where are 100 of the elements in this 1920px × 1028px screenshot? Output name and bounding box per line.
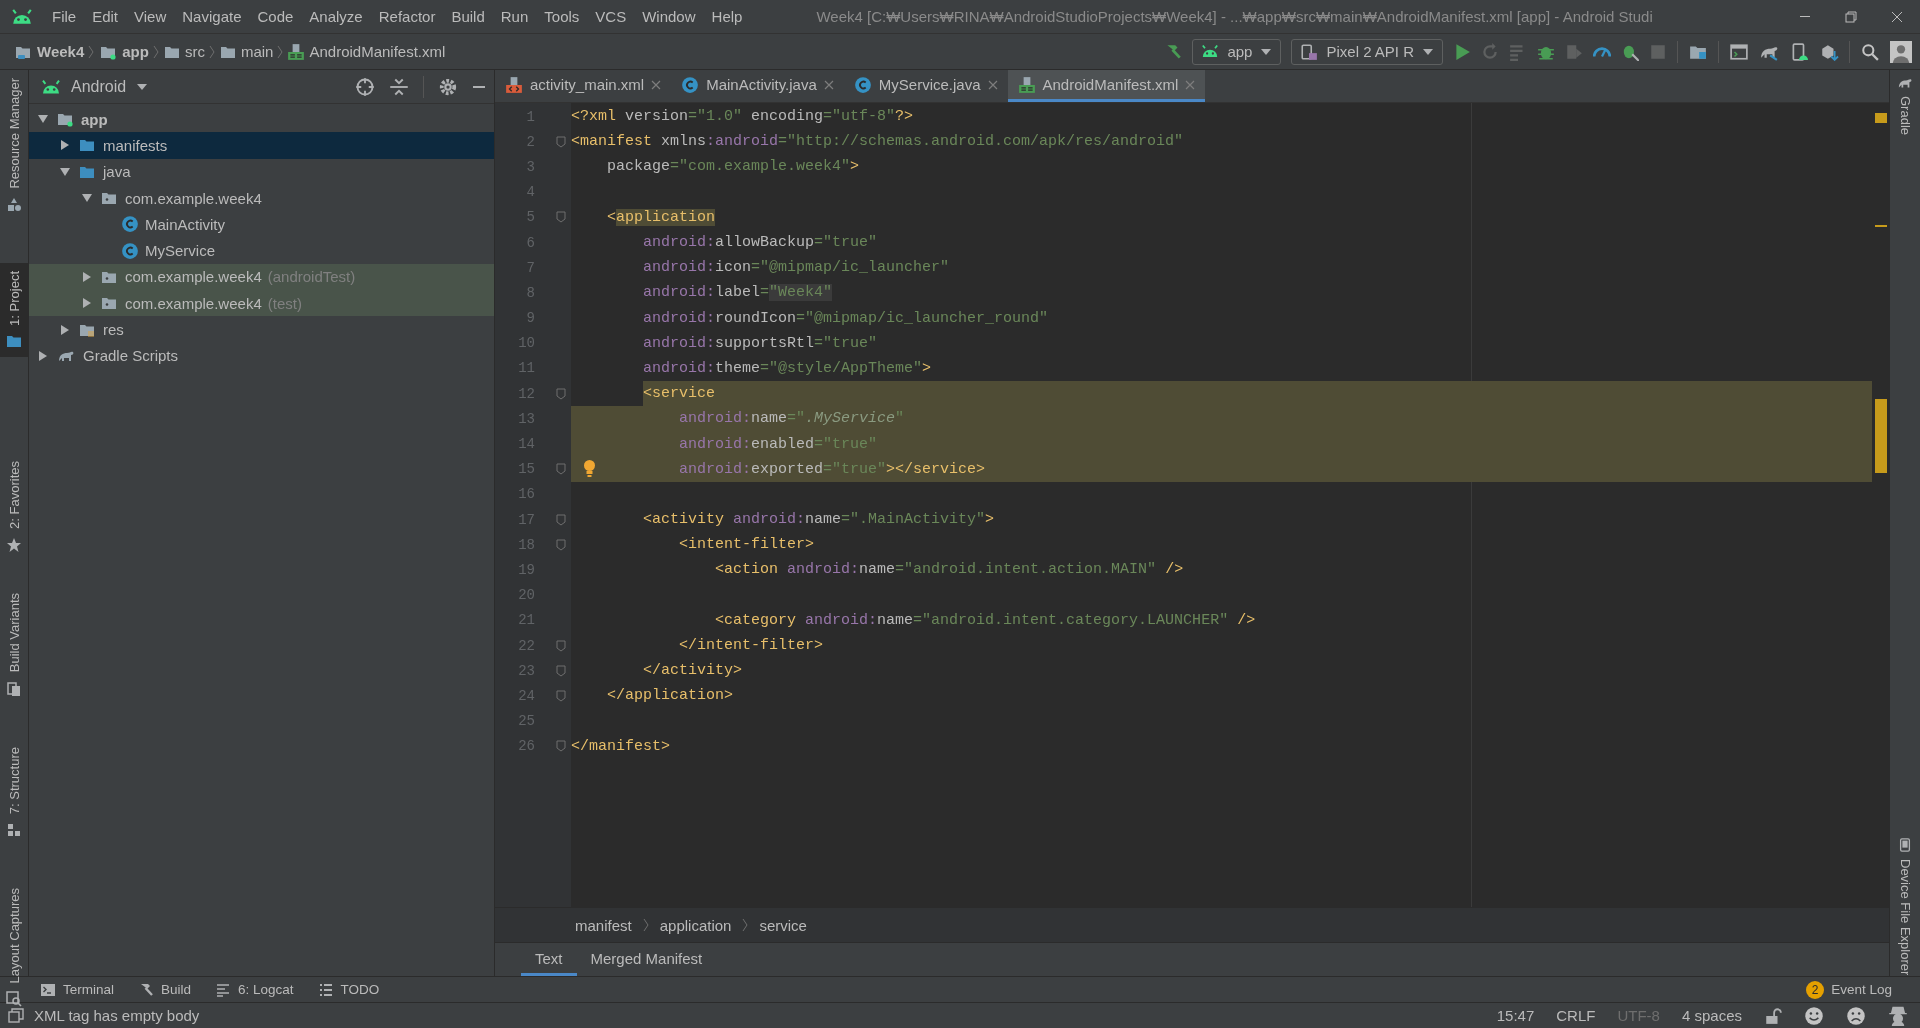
tool-window-button[interactable]: Terminal xyxy=(40,981,114,998)
status-item[interactable]: 15:47 xyxy=(1496,1007,1535,1024)
fold-marker-icon xyxy=(555,664,567,677)
nav-crumb[interactable]: main xyxy=(215,43,277,60)
capture-icon xyxy=(6,991,22,1008)
tree-item[interactable]: manifests xyxy=(29,132,494,159)
status-item[interactable]: 4 spaces xyxy=(1681,1007,1742,1024)
nav-crumb[interactable]: AndroidManifest.xml xyxy=(284,42,449,61)
device-icon xyxy=(1300,42,1319,61)
tree-item[interactable]: MainActivity xyxy=(29,211,494,238)
close-icon xyxy=(987,79,998,90)
tool-window-button[interactable]: Layout Captures xyxy=(0,879,28,1016)
android-icon xyxy=(41,78,61,95)
menu-item[interactable]: Build xyxy=(443,4,493,29)
breadcrumb-item[interactable]: service xyxy=(759,916,807,934)
device-dropdown[interactable]: Pixel 2 API R xyxy=(1291,38,1443,65)
tool-window-button[interactable]: 7: Structure xyxy=(0,738,28,846)
editor-view-tab[interactable]: Text xyxy=(521,943,577,976)
expand-arrow-icon[interactable] xyxy=(59,165,71,178)
tree-item[interactable]: app xyxy=(29,106,494,133)
class-icon xyxy=(121,241,139,260)
run-config-dropdown[interactable]: app xyxy=(1192,38,1282,65)
expand-arrow-icon[interactable] xyxy=(59,139,71,152)
menu-item[interactable]: VCS xyxy=(587,4,635,29)
close-icon xyxy=(651,79,662,90)
window-title: Week4 [C:₩Users₩RINA₩AndroidStudioProjects₩Week4] - ...₩app₩src₩main₩AndroidManifest.xml [app] - Android Studi xyxy=(816,8,1654,25)
variants-icon xyxy=(6,680,22,697)
tool-window-button[interactable]: 6: Logcat xyxy=(215,981,294,998)
menu-item[interactable]: Tools xyxy=(536,4,588,29)
menu-item[interactable]: Run xyxy=(492,4,537,29)
caret-icon xyxy=(1422,47,1434,56)
expand-arrow-icon[interactable] xyxy=(59,323,71,336)
code-line: <?xml version="1.0" encoding="utf-8"?> xyxy=(571,108,914,126)
breadcrumb-item[interactable]: manifest xyxy=(575,916,632,934)
tool-window-button[interactable]: Resource Manager xyxy=(0,70,28,221)
expand-arrow-icon[interactable] xyxy=(81,270,93,283)
tool-window-button[interactable]: Build Variants xyxy=(0,585,28,705)
tree-item[interactable]: Gradle Scripts xyxy=(29,342,494,369)
manifest-file-icon xyxy=(1017,75,1036,94)
expand-arrow-icon[interactable] xyxy=(81,297,93,310)
code-line: android:supportsRtl="true" xyxy=(643,334,878,352)
editor-tab[interactable]: MyService.java xyxy=(843,70,1008,102)
manifest-file-icon xyxy=(287,42,306,61)
status-icon xyxy=(8,1007,24,1024)
menu-item[interactable]: View xyxy=(126,4,175,29)
lock-icon xyxy=(1764,1006,1782,1025)
folder-icon xyxy=(4,333,24,350)
menu-item[interactable]: Navigate xyxy=(174,4,250,29)
code-line: <application xyxy=(607,208,716,226)
nav-crumb[interactable]: src xyxy=(159,43,208,60)
rerun-icon xyxy=(1481,42,1499,61)
android-icon xyxy=(1201,44,1220,59)
event-log-button[interactable]: 2 Event Log xyxy=(1806,980,1892,999)
class-icon xyxy=(681,75,700,94)
menu-item[interactable]: Refactor xyxy=(370,4,444,29)
menu-item[interactable]: File xyxy=(44,4,85,29)
terminal-icon xyxy=(40,981,56,998)
class-icon xyxy=(853,75,872,94)
status-item[interactable]: CRLF xyxy=(1556,1007,1596,1024)
expand-arrow-icon[interactable] xyxy=(37,349,49,362)
tree-item[interactable]: MyService xyxy=(29,237,494,264)
code-line: android:allowBackup="true" xyxy=(643,234,878,252)
list-icon xyxy=(317,981,334,998)
code-line: android:enabled="true" xyxy=(679,435,878,453)
menu-item[interactable]: Help xyxy=(703,4,751,29)
menu-item[interactable]: Window xyxy=(634,4,704,29)
tool-window-button[interactable]: Gradle xyxy=(1897,70,1913,142)
menu-item[interactable]: Code xyxy=(249,4,302,29)
tool-window-button[interactable]: Device File Explorer xyxy=(1897,831,1913,982)
editor-tab[interactable]: activity_main.xml xyxy=(495,70,672,102)
structure-icon xyxy=(6,821,22,838)
tree-item[interactable]: java xyxy=(29,158,494,185)
tree-item[interactable]: com.example.week4 xyxy=(29,184,494,212)
menu-item[interactable]: Edit xyxy=(84,4,127,29)
logcat-icon xyxy=(215,981,232,998)
hide-icon xyxy=(472,85,486,88)
breadcrumb-item[interactable]: application xyxy=(659,916,732,934)
attach-icon xyxy=(1565,42,1583,61)
tool-window-button[interactable]: Build xyxy=(138,981,192,998)
nav-crumb[interactable]: app xyxy=(95,43,152,60)
editor-view-tab[interactable]: Merged Manifest xyxy=(576,943,717,976)
close-icon xyxy=(1185,79,1196,90)
editor-tab[interactable]: AndroidManifest.xml xyxy=(1007,70,1206,102)
status-message: XML tag has empty body xyxy=(34,1007,200,1024)
avd-manager-icon xyxy=(1729,42,1749,61)
tree-item[interactable]: res xyxy=(29,316,494,343)
tool-window-button[interactable]: TODO xyxy=(317,981,380,998)
menu-item[interactable]: Analyze xyxy=(301,4,371,29)
code-line: </activity> xyxy=(643,662,743,680)
nav-crumb[interactable]: Week4 xyxy=(10,43,88,60)
package-icon xyxy=(99,190,119,207)
editor-tab[interactable]: MainActivity.java xyxy=(671,70,844,102)
tool-window-button[interactable]: 1: Project xyxy=(0,262,28,358)
crumb-label: src xyxy=(184,43,205,60)
tool-window-button[interactable]: 2: Favorites xyxy=(0,453,28,562)
lightbulb-icon xyxy=(583,459,596,477)
code-line: android:name=".MyService" xyxy=(679,410,905,428)
code-line: <category android:name="android.intent.category.LAUNCHER" /> xyxy=(715,611,1256,629)
project-view-dropdown[interactable]: Android xyxy=(41,77,149,96)
fold-marker-icon xyxy=(555,639,567,652)
